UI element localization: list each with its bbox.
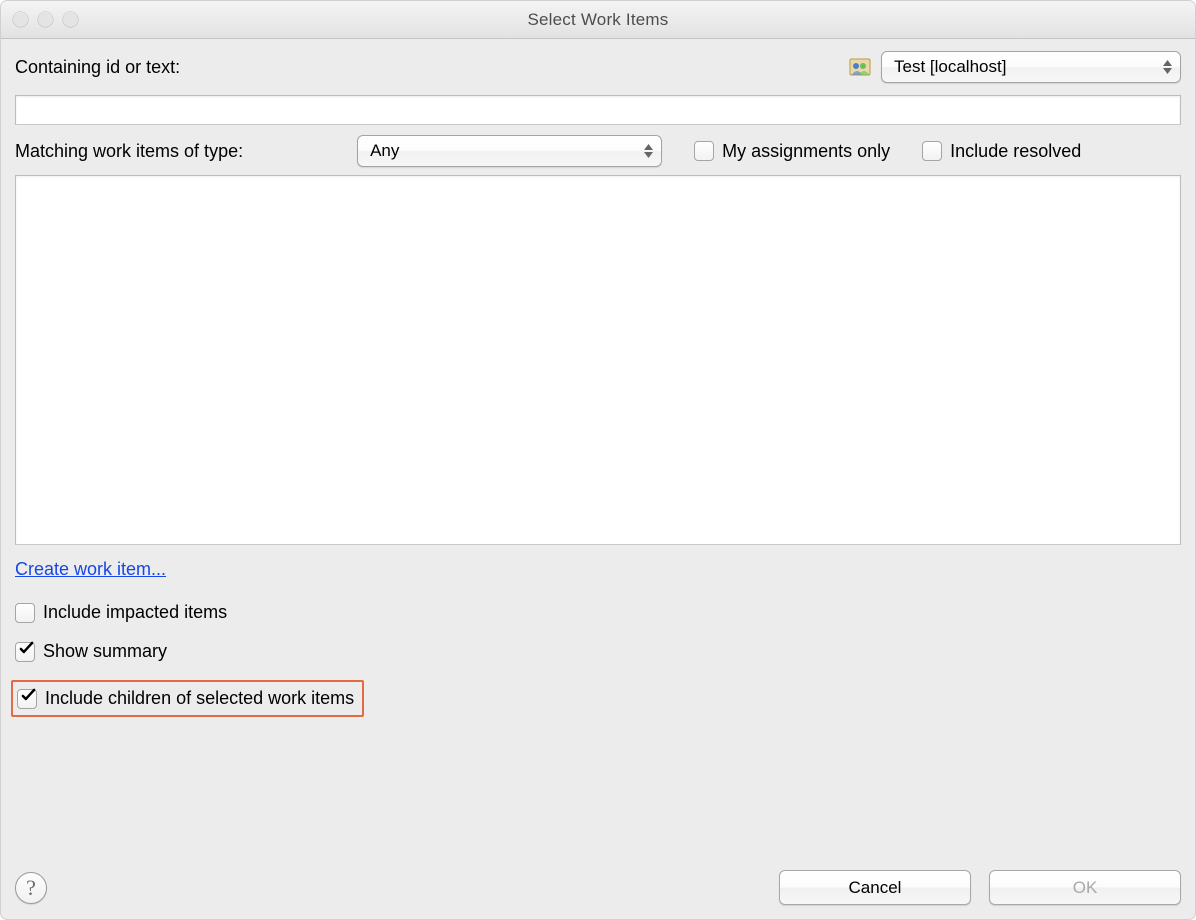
include-resolved-label: Include resolved <box>950 141 1081 162</box>
type-selected: Any <box>370 141 399 161</box>
dialog-body: Containing id or text: Test [localhost] <box>1 39 1195 919</box>
ok-button-label: OK <box>1073 878 1098 898</box>
my-assignments-checkbox[interactable] <box>694 141 714 161</box>
include-impacted-label: Include impacted items <box>43 602 227 623</box>
my-assignments-checkbox-row: My assignments only <box>694 141 890 162</box>
results-listbox[interactable] <box>15 175 1181 545</box>
dialog-window: Select Work Items Containing id or text:… <box>0 0 1196 920</box>
containing-label: Containing id or text: <box>15 57 180 78</box>
include-children-label: Include children of selected work items <box>45 688 354 709</box>
project-area-icon <box>849 58 871 76</box>
filter-row: Matching work items of type: Any My assi… <box>15 135 1181 167</box>
ok-button[interactable]: OK <box>989 870 1181 905</box>
window-title: Select Work Items <box>1 10 1195 30</box>
help-icon: ? <box>26 875 36 901</box>
include-impacted-checkbox[interactable] <box>15 603 35 623</box>
footer-row: ? Cancel OK <box>15 860 1181 905</box>
search-input[interactable] <box>16 96 1180 124</box>
search-input-container <box>15 95 1181 125</box>
include-children-row: Include children of selected work items <box>17 688 354 709</box>
include-impacted-row: Include impacted items <box>15 602 1181 623</box>
create-work-item-link[interactable]: Create work item... <box>15 559 1181 580</box>
type-dropdown[interactable]: Any <box>357 135 662 167</box>
chevron-updown-icon <box>644 144 653 158</box>
highlighted-option: Include children of selected work items <box>11 680 364 717</box>
project-area-dropdown[interactable]: Test [localhost] <box>881 51 1181 83</box>
include-resolved-checkbox-row: Include resolved <box>922 141 1081 162</box>
cancel-button-label: Cancel <box>849 878 902 898</box>
include-children-checkbox[interactable] <box>17 689 37 709</box>
include-resolved-checkbox[interactable] <box>922 141 942 161</box>
dialog-buttons: Cancel OK <box>779 870 1181 905</box>
cancel-button[interactable]: Cancel <box>779 870 971 905</box>
top-row: Containing id or text: Test [localhost] <box>15 51 1181 83</box>
show-summary-checkbox[interactable] <box>15 642 35 662</box>
chevron-updown-icon <box>1163 60 1172 74</box>
project-area-selected: Test [localhost] <box>894 57 1006 77</box>
show-summary-label: Show summary <box>43 641 167 662</box>
titlebar: Select Work Items <box>1 1 1195 39</box>
my-assignments-label: My assignments only <box>722 141 890 162</box>
matching-type-label: Matching work items of type: <box>15 141 243 162</box>
show-summary-row: Show summary <box>15 641 1181 662</box>
options-group: Include impacted items Show summary Incl… <box>15 602 1181 717</box>
help-button[interactable]: ? <box>15 872 47 904</box>
